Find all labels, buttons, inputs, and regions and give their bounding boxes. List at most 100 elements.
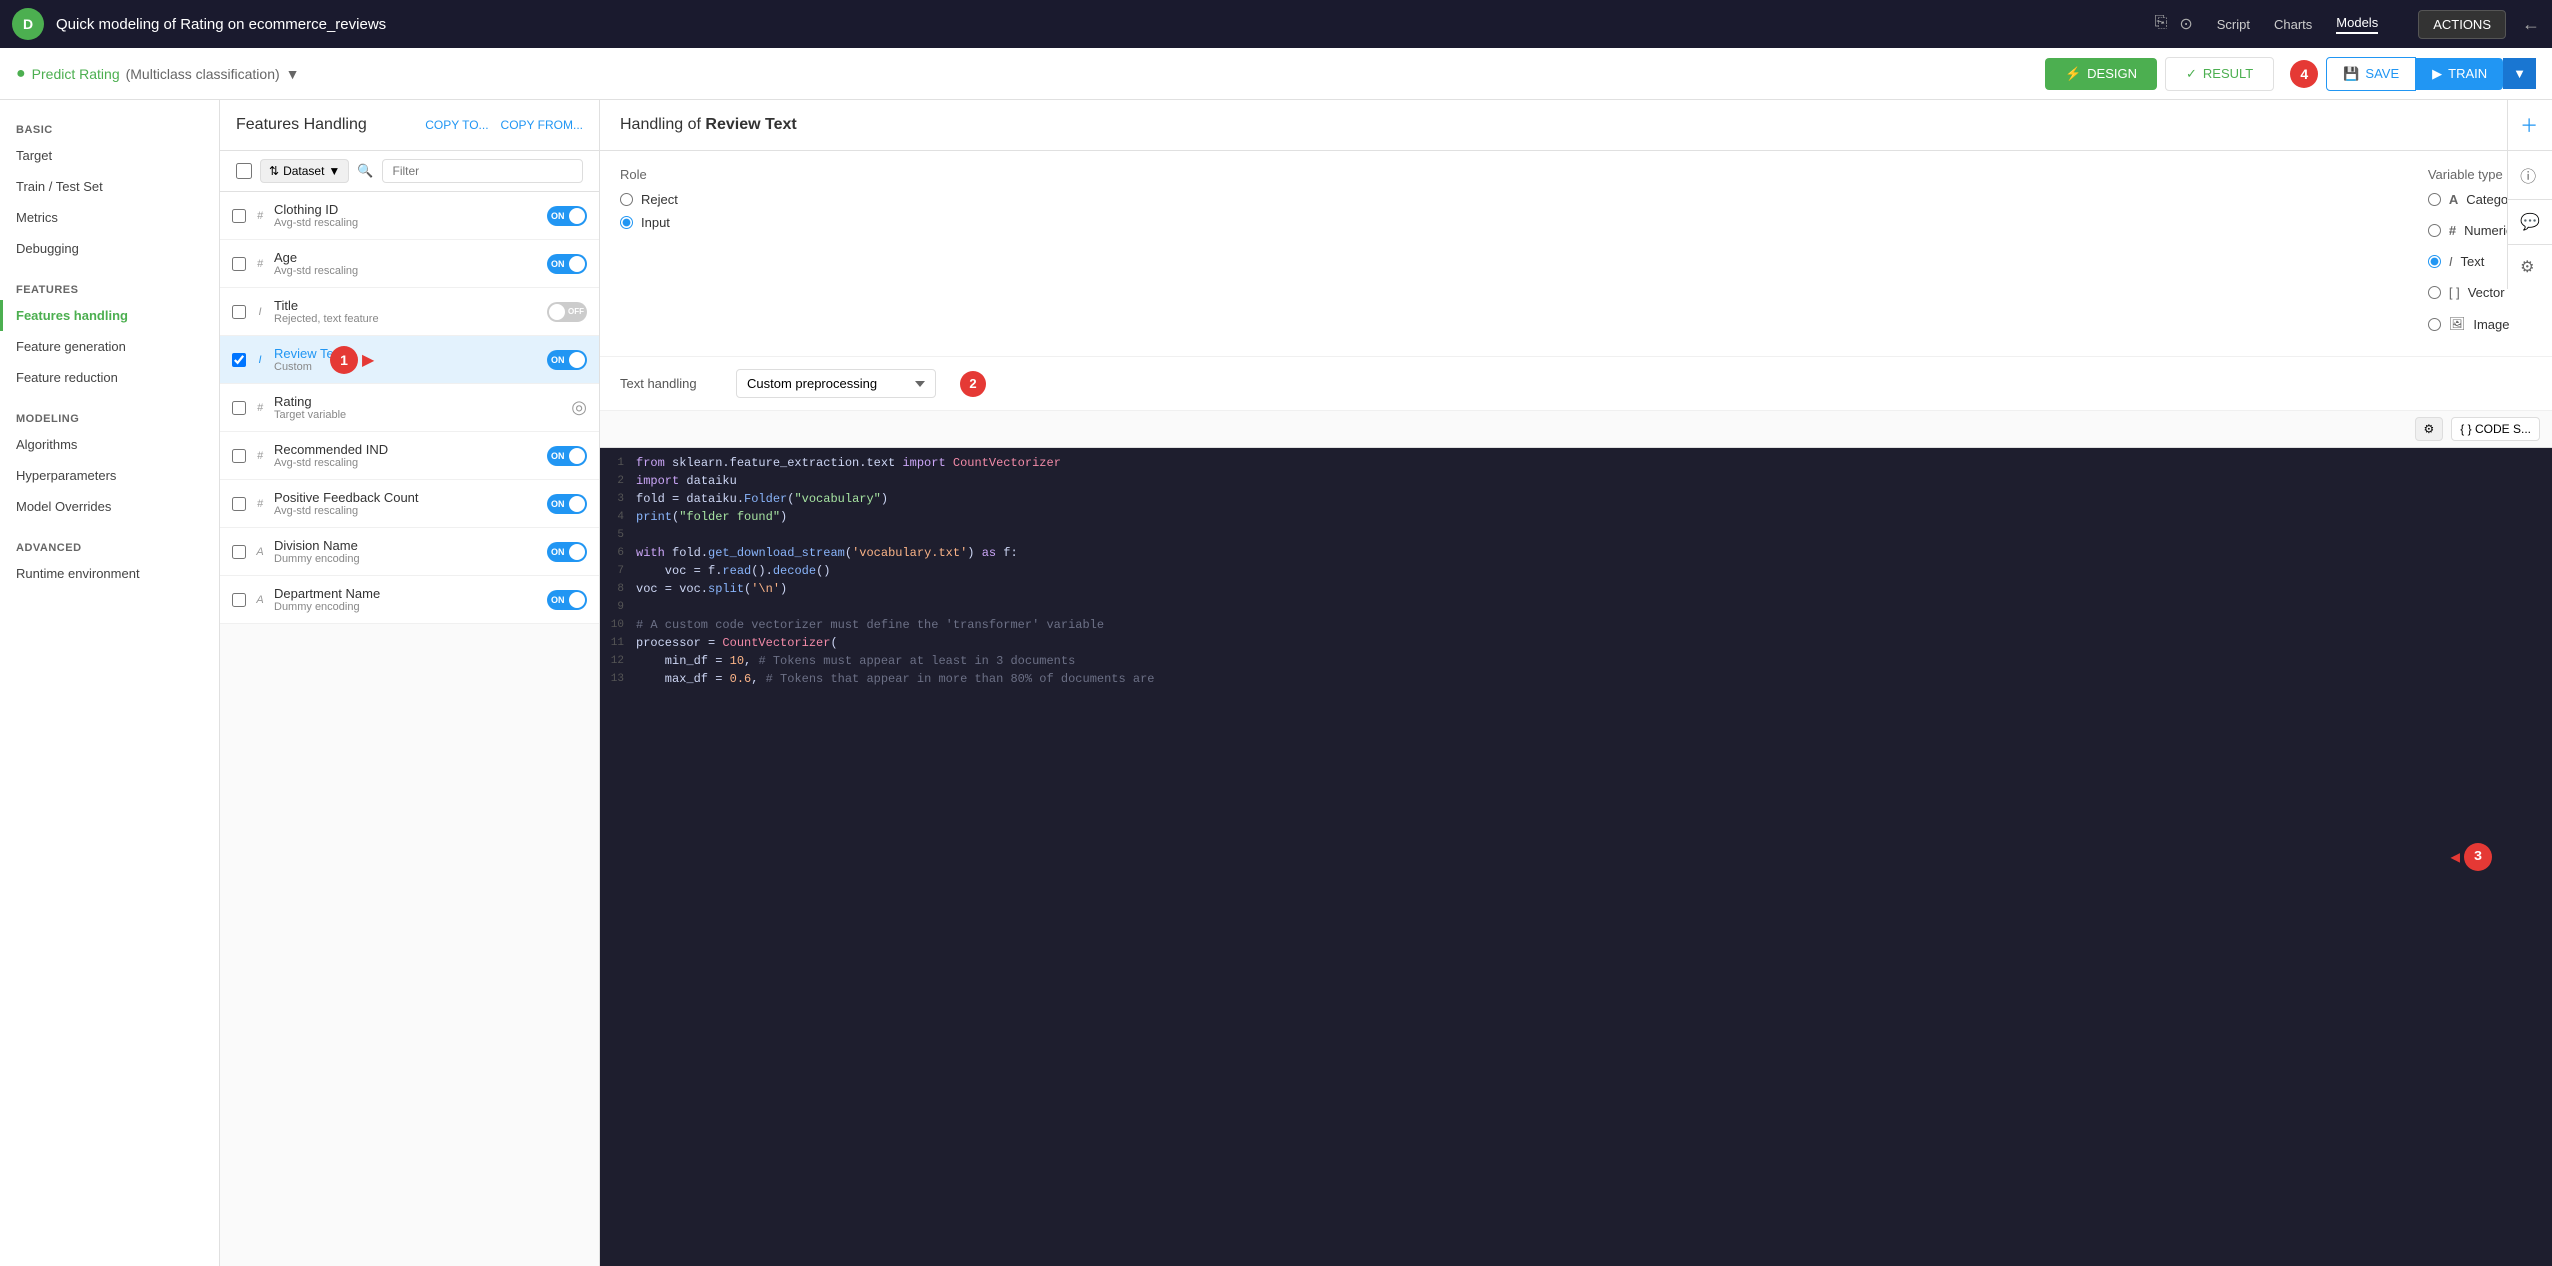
feature-checkbox[interactable] xyxy=(232,257,246,271)
copy-icon[interactable]: ⎘ xyxy=(2155,14,2168,34)
feature-row[interactable]: A Division Name Dummy encoding xyxy=(220,528,599,576)
reject-option[interactable]: Reject xyxy=(620,192,678,207)
feature-checkbox[interactable] xyxy=(232,449,246,463)
save-button[interactable]: 💾 SAVE xyxy=(2326,57,2416,91)
badge-3-container: ◀ 3 xyxy=(2450,843,2492,871)
code-editor[interactable]: 1 from sklearn.feature_extraction.text i… xyxy=(600,448,2552,1266)
feature-row-selected[interactable]: I Review Text Custom 1 ▶ xyxy=(220,336,599,384)
feature-type: # xyxy=(254,258,266,270)
feature-type: # xyxy=(254,210,266,222)
code-line: 1 from sklearn.feature_extraction.text i… xyxy=(600,456,2552,474)
chat-right-icon[interactable]: 💬 xyxy=(2508,200,2552,245)
toggle-on[interactable] xyxy=(547,590,587,610)
categorical-radio[interactable] xyxy=(2428,193,2441,206)
sidebar-item-debugging[interactable]: Debugging xyxy=(0,233,219,264)
sidebar-item-train-test[interactable]: Train / Test Set xyxy=(0,171,219,202)
code-line: 4 print("folder found") xyxy=(600,510,2552,528)
feature-row[interactable]: I Title Rejected, text feature xyxy=(220,288,599,336)
sidebar-item-feature-reduction[interactable]: Feature reduction xyxy=(0,362,219,393)
feature-row[interactable]: # Age Avg-std rescaling xyxy=(220,240,599,288)
result-button[interactable]: ✓ RESULT xyxy=(2165,57,2274,91)
input-option[interactable]: Input xyxy=(620,215,678,230)
feature-desc: Avg-std rescaling xyxy=(274,265,539,277)
back-button[interactable]: ← xyxy=(2522,14,2540,35)
predict-chevron[interactable]: ▼ xyxy=(286,66,300,82)
input-radio[interactable] xyxy=(620,216,633,229)
feature-checkbox[interactable] xyxy=(232,497,246,511)
sidebar-item-hyperparameters[interactable]: Hyperparameters xyxy=(0,460,219,491)
train-dropdown[interactable]: ▼ xyxy=(2503,58,2536,89)
settings-icon[interactable]: ⊙ xyxy=(2179,14,2192,34)
code-line: 2 import dataiku xyxy=(600,474,2552,492)
feature-checkbox-checked[interactable] xyxy=(232,353,246,367)
filter-input[interactable] xyxy=(382,159,584,183)
feature-checkbox[interactable] xyxy=(232,305,246,319)
sidebar-item-algorithms[interactable]: Algorithms xyxy=(0,429,219,460)
top-bar: D Quick modeling of Rating on ecommerce_… xyxy=(0,0,2552,48)
feature-row[interactable]: # Clothing ID Avg-std rescaling xyxy=(220,192,599,240)
nav-models[interactable]: Models xyxy=(2336,15,2378,34)
code-snippet-button[interactable]: { } CODE S... xyxy=(2451,417,2540,441)
feature-name: Positive Feedback Count xyxy=(274,490,539,505)
sidebar-item-model-overrides[interactable]: Model Overrides xyxy=(0,491,219,522)
toggle-on[interactable] xyxy=(547,254,587,274)
feature-list: # Clothing ID Avg-std rescaling # Age Av… xyxy=(220,192,599,1266)
feature-desc: Target variable xyxy=(274,409,563,421)
center-header: Features Handling COPY TO... COPY FROM..… xyxy=(220,100,599,151)
vector-radio[interactable] xyxy=(2428,286,2441,299)
code-settings-button[interactable]: ⚙ xyxy=(2415,417,2444,441)
copy-to-link[interactable]: COPY TO... xyxy=(425,118,488,132)
center-toolbar: ⇅ Dataset ▼ 🔍 xyxy=(220,151,599,192)
toggle-off[interactable] xyxy=(547,302,587,322)
sidebar-features-title: FEATURES xyxy=(0,276,219,300)
toggle-on[interactable] xyxy=(547,206,587,226)
nav-script[interactable]: Script xyxy=(2217,17,2250,32)
copy-from-link[interactable]: COPY FROM... xyxy=(501,118,583,132)
actions-button[interactable]: ACTIONS xyxy=(2418,10,2506,39)
text-label: Text xyxy=(2460,254,2484,269)
settings-right-icon[interactable]: ⚙ xyxy=(2508,245,2552,289)
feature-checkbox[interactable] xyxy=(232,401,246,415)
info-right-icon[interactable]: ⓘ xyxy=(2508,151,2552,200)
image-radio[interactable] xyxy=(2428,318,2441,331)
sidebar-item-target[interactable]: Target xyxy=(0,140,219,171)
predict-type: (Multiclass classification) xyxy=(126,66,280,82)
feature-row[interactable]: # Positive Feedback Count Avg-std rescal… xyxy=(220,480,599,528)
sort-icon: ⇅ xyxy=(269,164,279,178)
sidebar-item-metrics[interactable]: Metrics xyxy=(0,202,219,233)
feature-name: Recommended IND xyxy=(274,442,539,457)
reject-radio[interactable] xyxy=(620,193,633,206)
text-prefix: I xyxy=(2449,254,2453,269)
feature-name: Department Name xyxy=(274,586,539,601)
feature-name-bold: Review Text xyxy=(705,116,796,133)
text-handling-select[interactable]: Custom preprocessing Count vectorization… xyxy=(736,369,936,398)
feature-checkbox[interactable] xyxy=(232,545,246,559)
feature-info: Clothing ID Avg-std rescaling xyxy=(274,202,539,229)
select-all-checkbox[interactable] xyxy=(236,163,252,179)
sidebar-item-features-handling[interactable]: Features handling xyxy=(0,300,219,331)
train-button[interactable]: ▶ TRAIN xyxy=(2416,58,2503,90)
feature-type: A xyxy=(254,546,266,558)
feature-checkbox[interactable] xyxy=(232,593,246,607)
add-right-icon[interactable]: ＋ xyxy=(2508,100,2552,151)
toggle-on[interactable] xyxy=(547,446,587,466)
image-option[interactable]: 🖼 Image xyxy=(2428,316,2532,332)
text-radio[interactable] xyxy=(2428,255,2441,268)
right-header: Handling of Review Text xyxy=(600,100,2552,151)
feature-row[interactable]: # Recommended IND Avg-std rescaling xyxy=(220,432,599,480)
toggle-on[interactable] xyxy=(547,494,587,514)
sort-button[interactable]: ⇅ Dataset ▼ xyxy=(260,159,349,183)
feature-checkbox[interactable] xyxy=(232,209,246,223)
feature-row[interactable]: A Department Name Dummy encoding xyxy=(220,576,599,624)
toggle-on[interactable] xyxy=(547,350,587,370)
feature-row[interactable]: # Rating Target variable ◎ xyxy=(220,384,599,432)
feature-desc: Rejected, text feature xyxy=(274,313,539,325)
toggle-on[interactable] xyxy=(547,542,587,562)
sidebar-item-runtime[interactable]: Runtime environment xyxy=(0,558,219,589)
design-button[interactable]: ⚡ DESIGN xyxy=(2045,58,2157,90)
badge-3: 3 xyxy=(2464,843,2492,871)
numerical-radio[interactable] xyxy=(2428,224,2441,237)
nav-charts[interactable]: Charts xyxy=(2274,17,2312,32)
sidebar-item-feature-generation[interactable]: Feature generation xyxy=(0,331,219,362)
image-label: Image xyxy=(2473,317,2509,332)
